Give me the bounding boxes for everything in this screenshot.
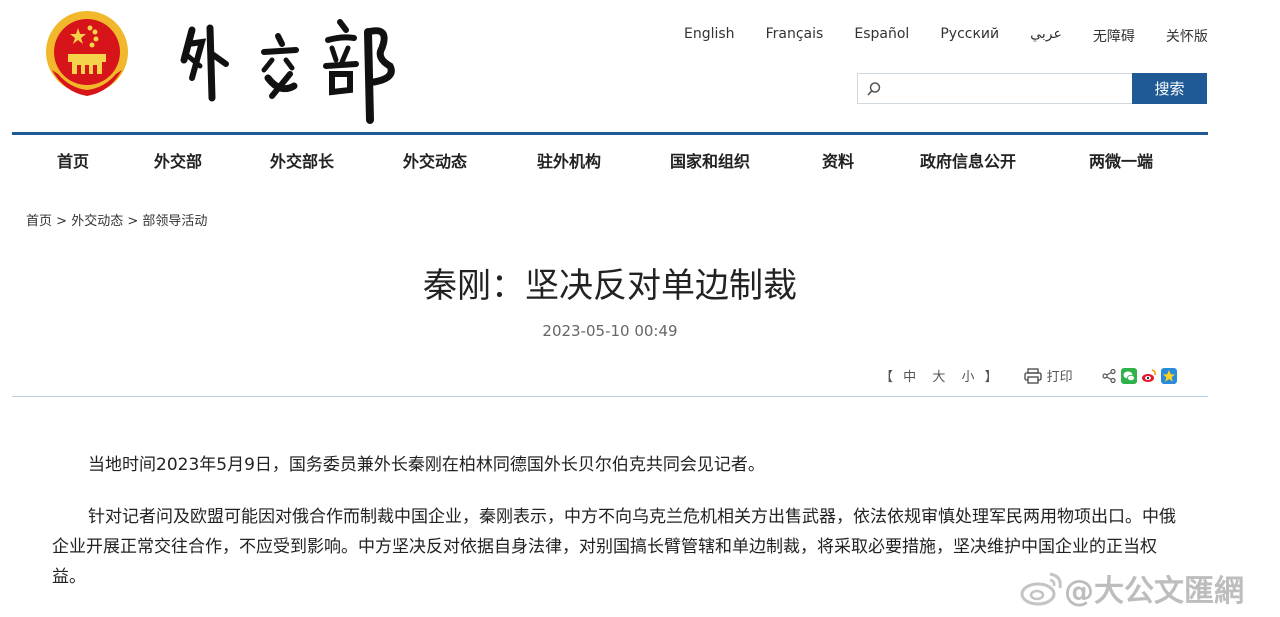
accessibility-link[interactable]: 无障碍 [1093, 26, 1135, 46]
article-title: 秦刚：坚决反对单边制裁 [423, 266, 797, 306]
article-date: 2023-05-10 00:49 [542, 322, 678, 340]
nav-missions-overseas[interactable]: 驻外机构 [537, 148, 601, 172]
nav-home[interactable]: 首页 [57, 148, 89, 172]
print-label: 打印 [1046, 370, 1073, 385]
weibo-icon [1020, 572, 1062, 606]
article-divider [12, 396, 1208, 397]
article-paragraph: 针对记者问及欧盟可能因对俄合作而制裁中国企业，秦刚表示，中方不向乌克兰危机相关方… [52, 507, 1176, 587]
bracket-close: 】 [984, 370, 998, 385]
weibo-icon[interactable] [1140, 367, 1157, 384]
nav-minister[interactable]: 外交部长 [270, 148, 334, 172]
share-bar [1101, 367, 1177, 384]
article-toolbar: 【 中 大 小 】 打印 [880, 366, 1177, 385]
lang-french[interactable]: Français [766, 26, 824, 46]
article-paragraph: 当地时间2023年5月9日，国务委员兼外长秦刚在柏林同德国外长贝尔伯克共同会见记… [88, 455, 765, 475]
qzone-icon[interactable] [1160, 367, 1177, 384]
ministry-calligraphy-logo[interactable] [170, 8, 410, 126]
printer-icon [1023, 367, 1042, 384]
elder-care-version-link[interactable]: 关怀版 [1166, 26, 1208, 46]
language-bar: English Français Español Русский عربي 无障… [684, 26, 1208, 46]
lang-arabic[interactable]: عربي [1030, 26, 1062, 46]
wechat-icon[interactable] [1120, 367, 1137, 384]
bracket-open: 【 [880, 370, 894, 385]
font-size-large[interactable]: 大 [932, 370, 945, 385]
breadcrumb-home[interactable]: 首页 [26, 214, 52, 229]
font-size-medium[interactable]: 中 [903, 370, 916, 385]
nav-wechat-weibo[interactable]: 两微一端 [1089, 148, 1153, 172]
breadcrumb-separator: > [127, 214, 139, 229]
search-input[interactable] [858, 74, 1132, 103]
breadcrumb-diplomatic-news[interactable]: 外交动态 [71, 214, 123, 229]
search-icon [867, 82, 881, 96]
lang-spanish[interactable]: Español [854, 26, 909, 46]
print-button[interactable]: 打印 [1023, 366, 1073, 385]
lang-russian[interactable]: Русский [940, 26, 999, 46]
nav-gov-info[interactable]: 政府信息公开 [920, 148, 1016, 172]
font-size-small[interactable]: 小 [961, 370, 974, 385]
watermark-text: @大公文匯網 [1064, 574, 1244, 609]
font-size-selector: 【 中 大 小 】 [880, 366, 998, 385]
breadcrumb-separator: > [56, 214, 68, 229]
nav-ministry[interactable]: 外交部 [154, 148, 202, 172]
main-nav: 首页 外交部 外交部长 外交动态 驻外机构 国家和组织 资料 政府信息公开 两微… [0, 148, 1220, 174]
nav-diplomatic-news[interactable]: 外交动态 [403, 148, 467, 172]
header-divider [12, 132, 1208, 135]
lang-english[interactable]: English [684, 26, 735, 46]
breadcrumb-leadership-activities[interactable]: 部领导活动 [142, 214, 207, 229]
share-icon[interactable] [1101, 368, 1117, 384]
search-button[interactable]: 搜索 [1132, 73, 1207, 104]
search-bar: 搜索 [857, 73, 1207, 104]
search-box [857, 73, 1132, 104]
breadcrumb: 首页 > 外交动态 > 部领导活动 [26, 210, 207, 229]
nav-resources[interactable]: 资料 [822, 148, 854, 172]
national-emblem-icon[interactable] [44, 10, 130, 100]
nav-countries-orgs[interactable]: 国家和组织 [670, 148, 750, 172]
watermark: @大公文匯網 [1020, 566, 1244, 610]
